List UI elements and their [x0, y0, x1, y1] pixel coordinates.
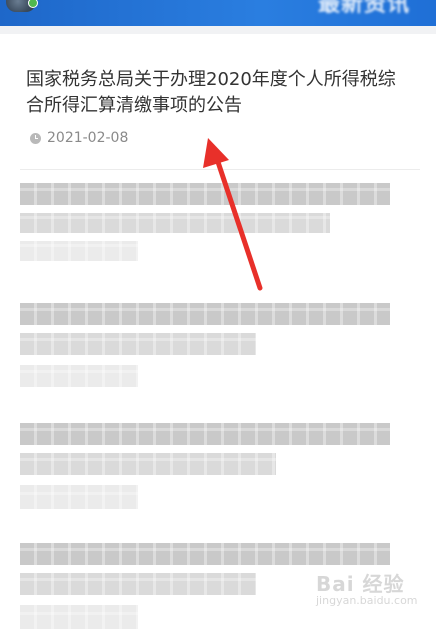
clock-icon [30, 132, 41, 144]
article-title[interactable]: 国家税务总局关于办理2020年度个人所得税综合所得汇算清缴事项的公告 [26, 67, 398, 119]
news-list-card: 国家税务总局关于办理2020年度个人所得税综合所得汇算清缴事项的公告 2021-… [0, 34, 436, 630]
top-header-bar: 最新资讯 [0, 0, 436, 26]
item-divider [20, 169, 420, 170]
article-date: 2021-02-08 [30, 129, 128, 147]
logo-badge [28, 0, 38, 8]
article-date-text: 2021-02-08 [47, 130, 129, 146]
header-title[interactable]: 最新资讯 [318, 0, 410, 18]
